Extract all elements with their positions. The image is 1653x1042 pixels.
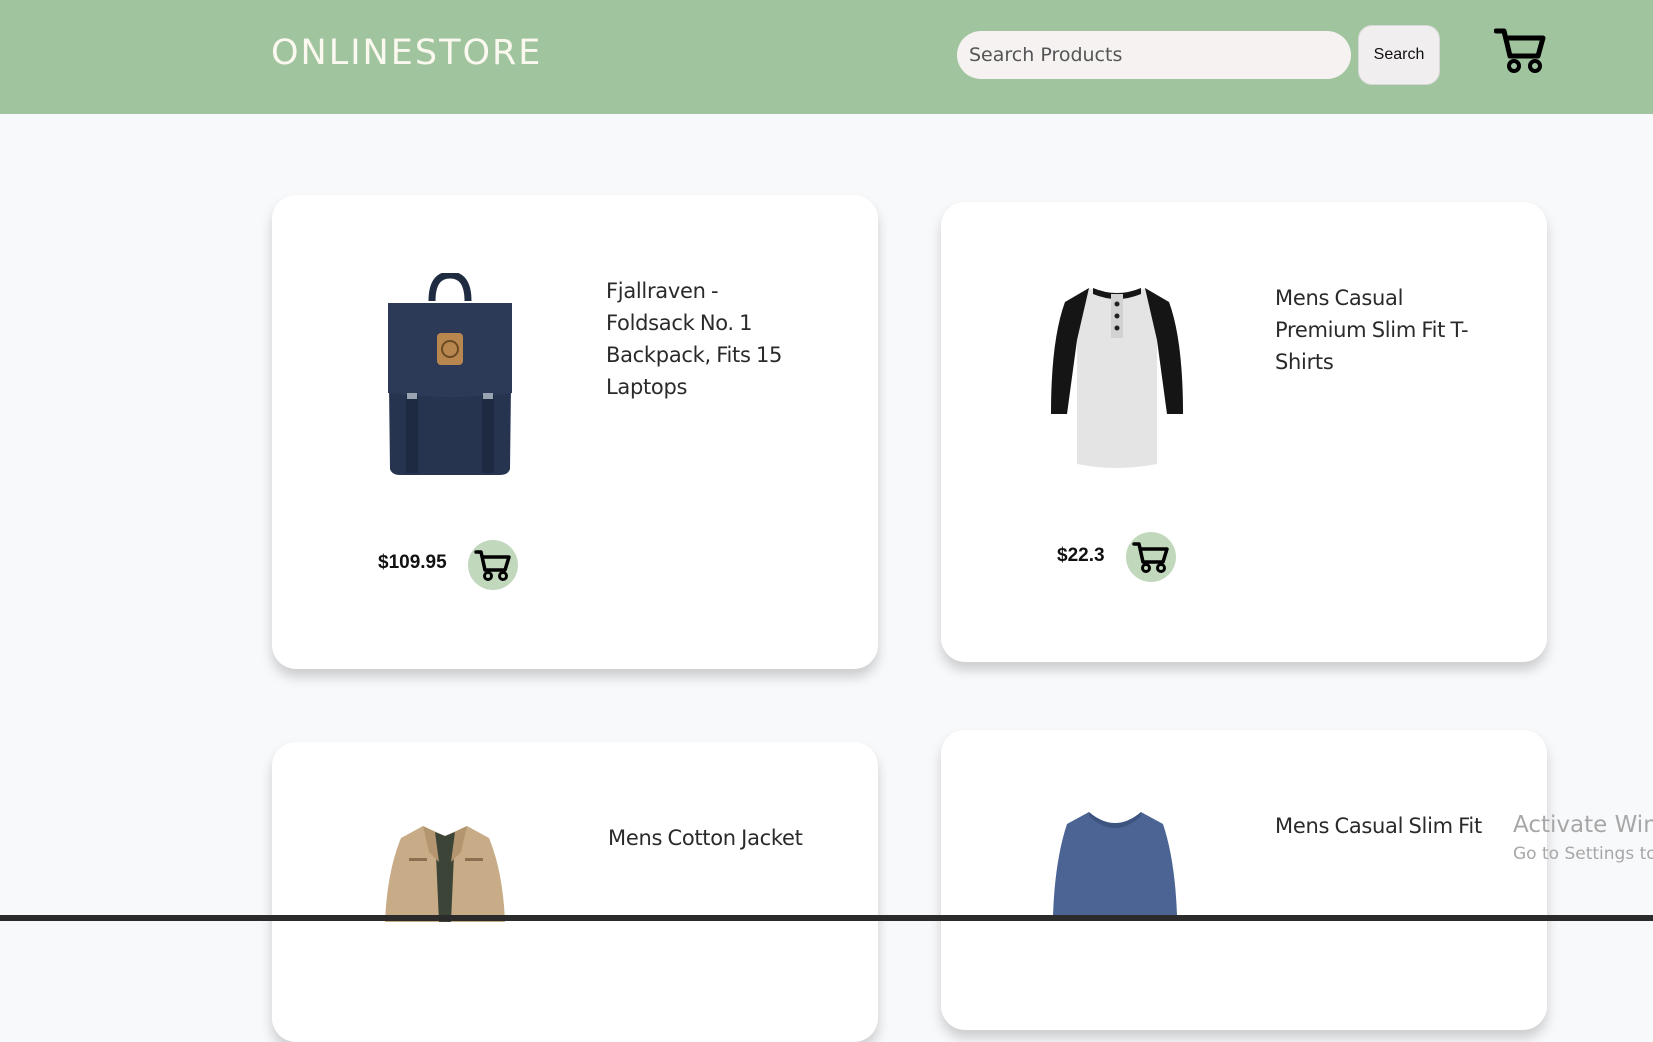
product-price: $109.95 <box>378 552 447 573</box>
product-title[interactable]: Mens Casual Slim Fit <box>1275 810 1515 842</box>
product-card[interactable]: Mens Cotton Jacket <box>272 742 878 1042</box>
cart-icon[interactable] <box>1493 26 1548 74</box>
backpack-image[interactable] <box>380 271 520 483</box>
cart-icon <box>474 550 511 581</box>
tshirt-image[interactable] <box>1049 280 1185 474</box>
product-card[interactable]: Mens Casual Premium Slim Fit T-Shirts $2… <box>941 202 1547 662</box>
product-title[interactable]: Mens Casual Premium Slim Fit T-Shirts <box>1275 282 1485 378</box>
sweater-image[interactable] <box>1053 810 1177 919</box>
search-button[interactable]: Search <box>1358 25 1440 85</box>
watermark-subtitle: Go to Settings to <box>1513 844 1653 864</box>
add-to-cart-button[interactable] <box>468 540 518 590</box>
top-header: ONLINESTORE Search <box>0 0 1653 114</box>
product-card[interactable]: Fjallraven - Foldsack No. 1 Backpack, Fi… <box>272 195 878 669</box>
taskbar <box>0 915 1653 921</box>
jacket-image[interactable] <box>385 822 505 926</box>
product-title[interactable]: Mens Cotton Jacket <box>608 822 848 854</box>
cart-icon <box>1132 542 1169 573</box>
watermark-title: Activate Win <box>1513 812 1653 838</box>
search-input[interactable] <box>957 31 1351 79</box>
product-price: $22.3 <box>1057 545 1105 566</box>
store-logo[interactable]: ONLINESTORE <box>271 33 542 73</box>
add-to-cart-button[interactable] <box>1126 532 1176 582</box>
activate-windows-watermark: Activate Win Go to Settings to <box>1513 812 1653 864</box>
product-card[interactable]: Mens Casual Slim Fit <box>941 730 1547 1030</box>
product-title[interactable]: Fjallraven - Foldsack No. 1 Backpack, Fi… <box>606 275 786 403</box>
